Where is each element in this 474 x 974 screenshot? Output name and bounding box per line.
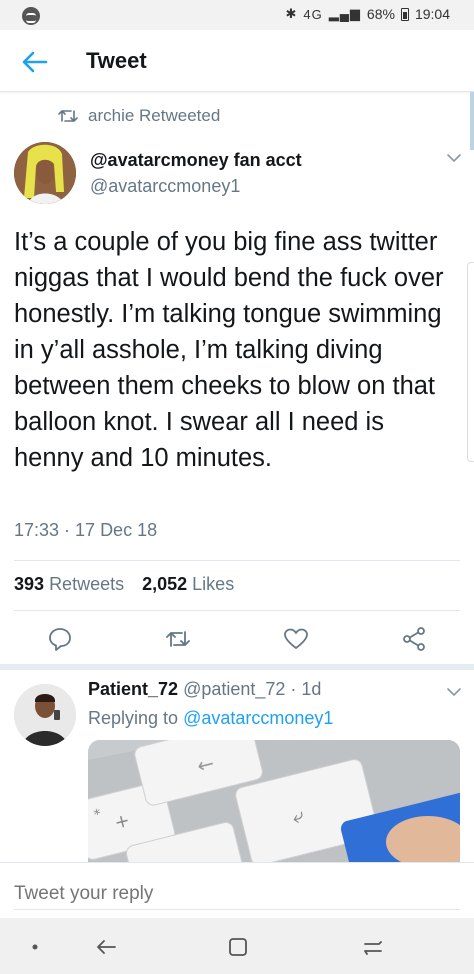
system-nav-bar [0, 918, 474, 974]
like-icon[interactable] [283, 626, 309, 652]
back-icon[interactable] [93, 934, 119, 960]
reply-icon[interactable] [47, 626, 73, 652]
divider [14, 610, 460, 611]
author-avatar[interactable] [14, 142, 76, 204]
retweet-small-icon [58, 108, 78, 124]
likes-label: Likes [192, 574, 235, 594]
reply-author-avatar[interactable] [14, 684, 76, 746]
likes-count: 2,052 [142, 574, 188, 594]
retweet-icon[interactable] [165, 626, 191, 652]
retweets-count: 393 [14, 574, 45, 594]
network-label: 4G [303, 6, 323, 22]
scroll-indicator [470, 92, 474, 150]
reply-media-image[interactable]: + * ⤶ ← [88, 740, 460, 862]
edge-panel-handle[interactable] [467, 262, 474, 462]
reply-header[interactable]: Patient_72 @patient_72 · 1d [88, 679, 321, 700]
likes-stat[interactable]: 2,052 Likes [142, 574, 234, 595]
dot-icon[interactable] [22, 934, 48, 960]
chevron-down-icon[interactable] [446, 686, 462, 698]
retweeted-by[interactable]: archie Retweeted [58, 106, 220, 126]
recents-icon[interactable] [360, 934, 386, 960]
tweet-stats: 393 Retweets 2,052 Likes [14, 574, 234, 595]
status-time: 19:04 [414, 6, 450, 22]
app-notification-icon [22, 7, 40, 25]
back-arrow-icon[interactable] [18, 45, 52, 79]
status-bar: ✱ 4G ▂▄▆ 68% 19:04 [0, 0, 474, 30]
chevron-down-icon[interactable] [446, 152, 462, 164]
share-icon[interactable] [401, 626, 427, 652]
replying-to: Replying to @avatarccmoney1 [88, 708, 333, 729]
page-title: Tweet [86, 48, 147, 73]
battery-percent: 68% [366, 6, 395, 22]
reply-author-name: Patient_72 [88, 679, 179, 699]
retweets-label: Retweets [49, 574, 125, 594]
divider [14, 560, 460, 561]
reply-author-handle: @patient_72 · 1d [183, 679, 322, 699]
bluetooth-icon: ✱ [285, 6, 298, 21]
signal-icon: ▂▄▆ [328, 6, 361, 21]
replying-prefix: Replying to [88, 708, 179, 728]
author-handle[interactable]: @avatarccmoney1 [90, 176, 240, 197]
app-bar: Tweet [0, 30, 474, 92]
section-divider [0, 664, 474, 670]
tweet-reply-input[interactable] [14, 878, 460, 910]
replying-to-handle[interactable]: @avatarccmoney1 [183, 708, 333, 728]
status-bar-right: ✱ 4G ▂▄▆ 68% 19:04 [285, 6, 450, 22]
tweet-timestamp: 17:33 · 17 Dec 18 [14, 520, 158, 540]
retweeted-label: archie Retweeted [88, 106, 221, 125]
home-square-icon[interactable] [225, 934, 251, 960]
battery-icon [400, 7, 409, 21]
author-name[interactable]: @avatarcmoney fan acct [90, 150, 302, 171]
retweets-stat[interactable]: 393 Retweets [14, 574, 124, 595]
tweet-text: It’s a couple of you big fine ass twitte… [14, 228, 444, 472]
tweet-actions [0, 620, 474, 658]
